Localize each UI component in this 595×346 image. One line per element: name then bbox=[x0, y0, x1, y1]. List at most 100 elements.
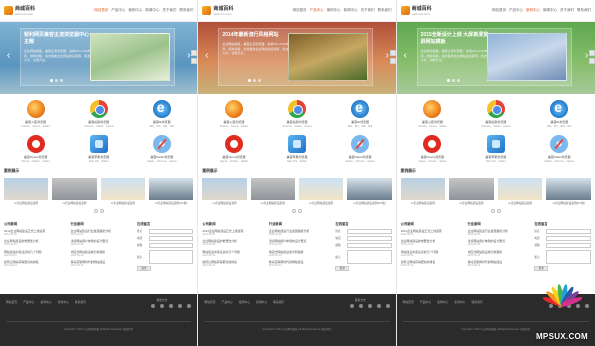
site-logo[interactable]: 商城百科 www.xxx.com bbox=[4, 6, 64, 16]
form-input[interactable] bbox=[149, 228, 194, 234]
form-input[interactable] bbox=[546, 228, 591, 234]
nav-item[interactable]: 网站首页 bbox=[94, 8, 108, 13]
mail-icon[interactable] bbox=[385, 304, 390, 308]
form-input[interactable] bbox=[347, 228, 392, 234]
side-tab[interactable] bbox=[191, 50, 198, 56]
case-thumb[interactable]: xx企业网站建设案例 bbox=[202, 178, 247, 206]
nav-item[interactable]: 案例中心 bbox=[128, 8, 142, 13]
news-item[interactable]: 响应式网站建设成为新趋势 2014-06-15 bbox=[269, 250, 332, 258]
footer-nav-item[interactable]: 联系我们 bbox=[273, 300, 284, 304]
nav-item[interactable]: 新闻中心 bbox=[145, 8, 159, 13]
browser-item[interactable]: 兼容谷歌浏览器 Chrome、Safari、Opera bbox=[466, 100, 525, 129]
slider-dot[interactable] bbox=[253, 79, 257, 82]
news-item[interactable]: 网站建设中需注意的几个问题 2014-06-15 bbox=[4, 250, 67, 258]
site-logo[interactable]: 商城百科 www.xxx.com bbox=[400, 6, 461, 16]
footer-nav-item[interactable]: 案例中心 bbox=[40, 300, 51, 304]
news-item[interactable]: 响应式网站建设成为新趋势 2014-06-15 bbox=[468, 250, 531, 258]
form-input[interactable] bbox=[149, 242, 194, 248]
side-tab[interactable] bbox=[191, 58, 198, 64]
nav-item[interactable]: 产品中心 bbox=[111, 8, 125, 13]
browser-item[interactable]: 兼容火狐浏览器 Firefox、Opera、Safari bbox=[403, 100, 462, 129]
footer-nav-item[interactable]: 新闻中心 bbox=[454, 300, 465, 304]
browser-item[interactable]: 兼容火狐浏览器 Firefox、Opera、Safari bbox=[204, 100, 263, 129]
slider-dot[interactable] bbox=[55, 79, 58, 82]
pager-prev[interactable] bbox=[490, 208, 495, 213]
qq-icon[interactable] bbox=[358, 304, 363, 308]
slider-dot[interactable] bbox=[258, 79, 262, 82]
pager-next[interactable] bbox=[496, 208, 501, 213]
browser-item[interactable]: 兼容Safari浏览器 Safari、Chrome、Opera bbox=[530, 134, 589, 164]
pager-next[interactable] bbox=[99, 208, 104, 213]
news-item[interactable]: 如何让网站获得更好的排名 2014-06-12 bbox=[4, 260, 67, 268]
browser-item[interactable]: 兼容IE浏览器IE6、IE7、IE8、IE9 bbox=[331, 99, 390, 129]
news-item[interactable]: 如何让网站获得更好的排名 2014-06-12 bbox=[401, 260, 464, 268]
slider-dot[interactable] bbox=[60, 79, 63, 82]
banner-slide[interactable]: 2015全新设计上线 大屏高清宽屏网站模板 企业网站模板，兼容主流浏览器，采用D… bbox=[416, 28, 572, 86]
news-item[interactable]: 浅谈网站用户体验的设计要点 2014-06-18 bbox=[468, 239, 531, 247]
browser-item[interactable]: 兼容谷歌浏览器 Chrome、Safari、Opera bbox=[267, 100, 326, 129]
weibo-icon[interactable] bbox=[151, 304, 156, 308]
form-input[interactable] bbox=[347, 235, 392, 241]
message-textarea[interactable] bbox=[149, 249, 194, 264]
browser-item[interactable]: 兼容Safari浏览器 Safari、Chrome、Opera bbox=[132, 134, 191, 164]
submit-button[interactable]: 提交 bbox=[137, 265, 152, 271]
news-item[interactable]: 移动互联网时代的网站建设 2014-06-12 bbox=[269, 260, 332, 268]
browser-item[interactable]: 兼容苹果浏览器 Mac OS、Safari bbox=[267, 134, 326, 164]
news-item[interactable]: 2014企业网站建设正式上线运营 2014-06-20 bbox=[4, 229, 67, 237]
news-item[interactable]: 企业网站建设的重要性分析 2014-06-18 bbox=[4, 239, 67, 247]
nav-item[interactable]: 新闻中心 bbox=[344, 8, 358, 13]
slider-dot[interactable] bbox=[248, 79, 252, 82]
wechat-icon[interactable] bbox=[367, 304, 372, 308]
wechat-icon[interactable] bbox=[169, 304, 174, 308]
footer-nav-item[interactable]: 产品中心 bbox=[23, 300, 34, 304]
nav-item[interactable]: 联系我们 bbox=[378, 8, 392, 13]
submit-button[interactable]: 提交 bbox=[335, 265, 350, 271]
slider-dot[interactable] bbox=[446, 79, 450, 82]
news-item[interactable]: 2014企业网站建设正式上线运营 2014-06-20 bbox=[202, 229, 265, 237]
case-thumb[interactable]: xx企业网站建设案例 bbox=[449, 178, 494, 206]
news-item[interactable]: 企业网站建设的重要性分析 2014-06-18 bbox=[401, 239, 464, 247]
slider-dot[interactable] bbox=[456, 79, 460, 82]
slider-dot[interactable] bbox=[50, 79, 53, 82]
news-item[interactable]: 企业网站建设的重要性分析 2014-06-18 bbox=[202, 239, 265, 247]
footer-nav-item[interactable]: 网站首页 bbox=[403, 300, 414, 304]
nav-item[interactable]: 案例中心 bbox=[327, 8, 341, 13]
nav-item[interactable]: 案例中心 bbox=[526, 8, 540, 13]
nav-item[interactable]: 关于我们 bbox=[162, 8, 176, 13]
case-thumb[interactable]: xx企业网站建设案例 bbox=[497, 178, 543, 206]
pager-prev[interactable] bbox=[93, 208, 98, 213]
prev-arrow-icon[interactable]: ‹ bbox=[401, 49, 410, 63]
case-thumb[interactable]: xx企业网站建设案例(PC端) bbox=[546, 178, 591, 206]
footer-nav-item[interactable]: 案例中心 bbox=[239, 300, 250, 304]
browser-item[interactable]: 兼容Opera浏览器 Opera、Firefox、Safari bbox=[403, 134, 462, 164]
nav-item[interactable]: 联系我们 bbox=[179, 8, 193, 13]
form-input[interactable] bbox=[546, 242, 591, 248]
footer-nav-item[interactable]: 新闻中心 bbox=[256, 300, 267, 304]
news-item[interactable]: 企业网站建设行业发展趋势分析 2014-06-20 bbox=[269, 229, 332, 237]
site-logo[interactable]: 商城百科 www.xxx.com bbox=[202, 6, 262, 16]
case-thumb[interactable]: xx企业网站建设案例 bbox=[100, 178, 145, 206]
rss-icon[interactable] bbox=[178, 304, 183, 308]
side-tab[interactable] bbox=[389, 50, 396, 56]
footer-nav-item[interactable]: 网站首页 bbox=[204, 300, 215, 304]
nav-item[interactable]: 新闻中心 bbox=[543, 8, 557, 13]
form-input[interactable] bbox=[546, 235, 591, 241]
nav-item[interactable]: 关于我们 bbox=[560, 8, 574, 13]
weibo-icon[interactable] bbox=[349, 304, 354, 308]
browser-item[interactable]: 兼容IE浏览器IE6、IE7、IE8、IE9 bbox=[530, 99, 589, 129]
news-item[interactable]: 企业网站建设行业发展趋势分析 2014-06-20 bbox=[71, 229, 134, 237]
browser-item[interactable]: 兼容Opera浏览器 Opera、Firefox、Safari bbox=[6, 134, 65, 164]
pager-prev[interactable] bbox=[291, 208, 296, 213]
form-input[interactable] bbox=[149, 235, 194, 241]
nav-item[interactable]: 产品中心 bbox=[509, 8, 523, 13]
prev-arrow-icon[interactable]: ‹ bbox=[202, 49, 211, 63]
browser-item[interactable]: 兼容Opera浏览器 Opera、Firefox、Safari bbox=[204, 134, 263, 164]
side-tab[interactable] bbox=[588, 58, 595, 64]
footer-nav-item[interactable]: 产品中心 bbox=[222, 300, 233, 304]
rss-icon[interactable] bbox=[376, 304, 381, 308]
banner-slide[interactable]: 2014年最新流行风格网站 企业网站模板，兼容主流浏览器，采用DIV+CSS布局… bbox=[218, 28, 374, 86]
slider-dot[interactable] bbox=[451, 79, 455, 82]
news-item[interactable]: 如何让网站获得更好的排名 2014-06-12 bbox=[202, 260, 265, 268]
nav-item[interactable]: 联系我们 bbox=[577, 8, 591, 13]
case-thumb[interactable]: xx企业网站建设案例 bbox=[4, 178, 49, 206]
